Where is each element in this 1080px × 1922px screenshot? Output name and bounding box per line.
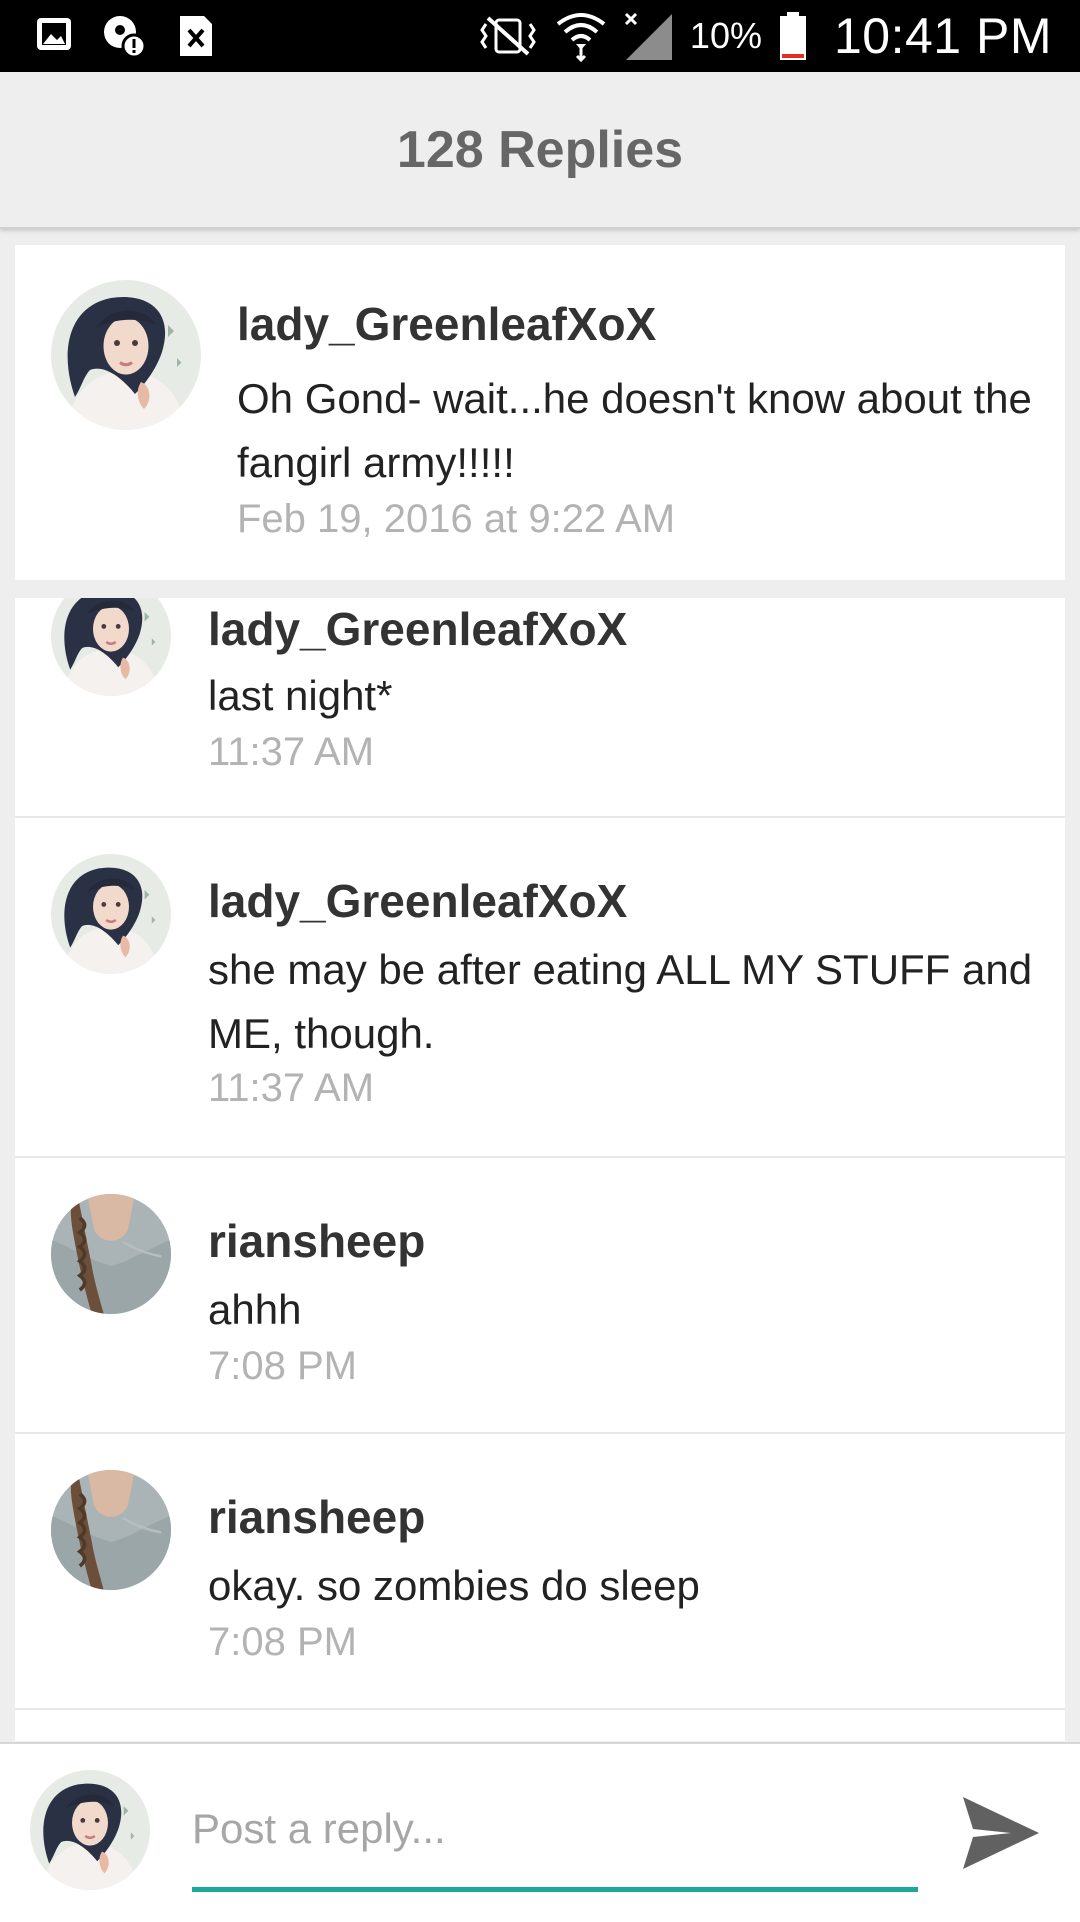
reply-timestamp: 7:08 PM bbox=[208, 1344, 357, 1388]
input-underline bbox=[192, 1887, 918, 1892]
send-icon bbox=[963, 1797, 1039, 1869]
list-item: riansheep ahhh 7:08 PM bbox=[15, 1158, 1065, 1434]
reply-text: last night* bbox=[208, 672, 393, 719]
page-title: 128 Replies bbox=[396, 120, 684, 179]
send-button[interactable] bbox=[956, 1788, 1046, 1878]
clock: 10:41 PM bbox=[833, 8, 1052, 64]
reply-text: okay. so zombies do sleep bbox=[208, 1562, 700, 1609]
avatar[interactable] bbox=[51, 1194, 171, 1314]
reply-timestamp: 11:37 AM bbox=[208, 730, 375, 774]
list-item: riansheep okay. so zombies do sleep 7:08… bbox=[15, 1434, 1065, 1710]
avatar bbox=[30, 1770, 150, 1890]
gallery-icon bbox=[34, 14, 74, 60]
reply-composer bbox=[0, 1742, 1080, 1922]
reply-text: she may be after eating ALL MY STUFF and… bbox=[208, 946, 1033, 1057]
post-timestamp: Feb 19, 2016 at 9:22 AM bbox=[237, 497, 676, 541]
avatar[interactable] bbox=[51, 1470, 171, 1590]
battery-percentage: 10% bbox=[689, 15, 762, 56]
reply-username[interactable]: lady_GreenleafXoX bbox=[208, 874, 627, 928]
dismiss-notification-icon bbox=[176, 14, 216, 60]
reply-input[interactable] bbox=[192, 1784, 918, 1874]
avatar[interactable] bbox=[51, 598, 171, 696]
list-item: lady_GreenleafXoX she may be after eatin… bbox=[15, 818, 1065, 1158]
list-item: lady_GreenleafXoX last night* 11:37 AM bbox=[15, 598, 1065, 818]
avatar[interactable] bbox=[51, 854, 171, 974]
reply-username[interactable]: riansheep bbox=[208, 1214, 425, 1268]
post-text: Oh Gond- wait...he doesn't know about th… bbox=[237, 375, 1032, 486]
reply-text: ahhh bbox=[208, 1286, 302, 1333]
vibrate-icon bbox=[476, 14, 540, 58]
reply-timestamp: 7:08 PM bbox=[208, 1620, 357, 1664]
cell-signal-icon bbox=[622, 10, 674, 62]
status-bar: 10% 10:41 PM bbox=[0, 0, 1080, 72]
header: 128 Replies bbox=[0, 72, 1080, 229]
replies-list[interactable]: lady_GreenleafXoX last night* 11:37 AM l… bbox=[15, 598, 1065, 1741]
wifi-icon bbox=[556, 10, 606, 62]
location-alert-icon bbox=[102, 14, 148, 60]
reply-username[interactable]: lady_GreenleafXoX bbox=[208, 602, 627, 656]
reply-username[interactable]: riansheep bbox=[208, 1490, 425, 1544]
original-post: lady_GreenleafXoX Oh Gond- wait...he doe… bbox=[15, 245, 1065, 580]
avatar[interactable] bbox=[51, 280, 201, 430]
reply-timestamp: 11:37 AM bbox=[208, 1066, 375, 1110]
battery-icon bbox=[778, 10, 808, 62]
post-username[interactable]: lady_GreenleafXoX bbox=[237, 297, 656, 351]
